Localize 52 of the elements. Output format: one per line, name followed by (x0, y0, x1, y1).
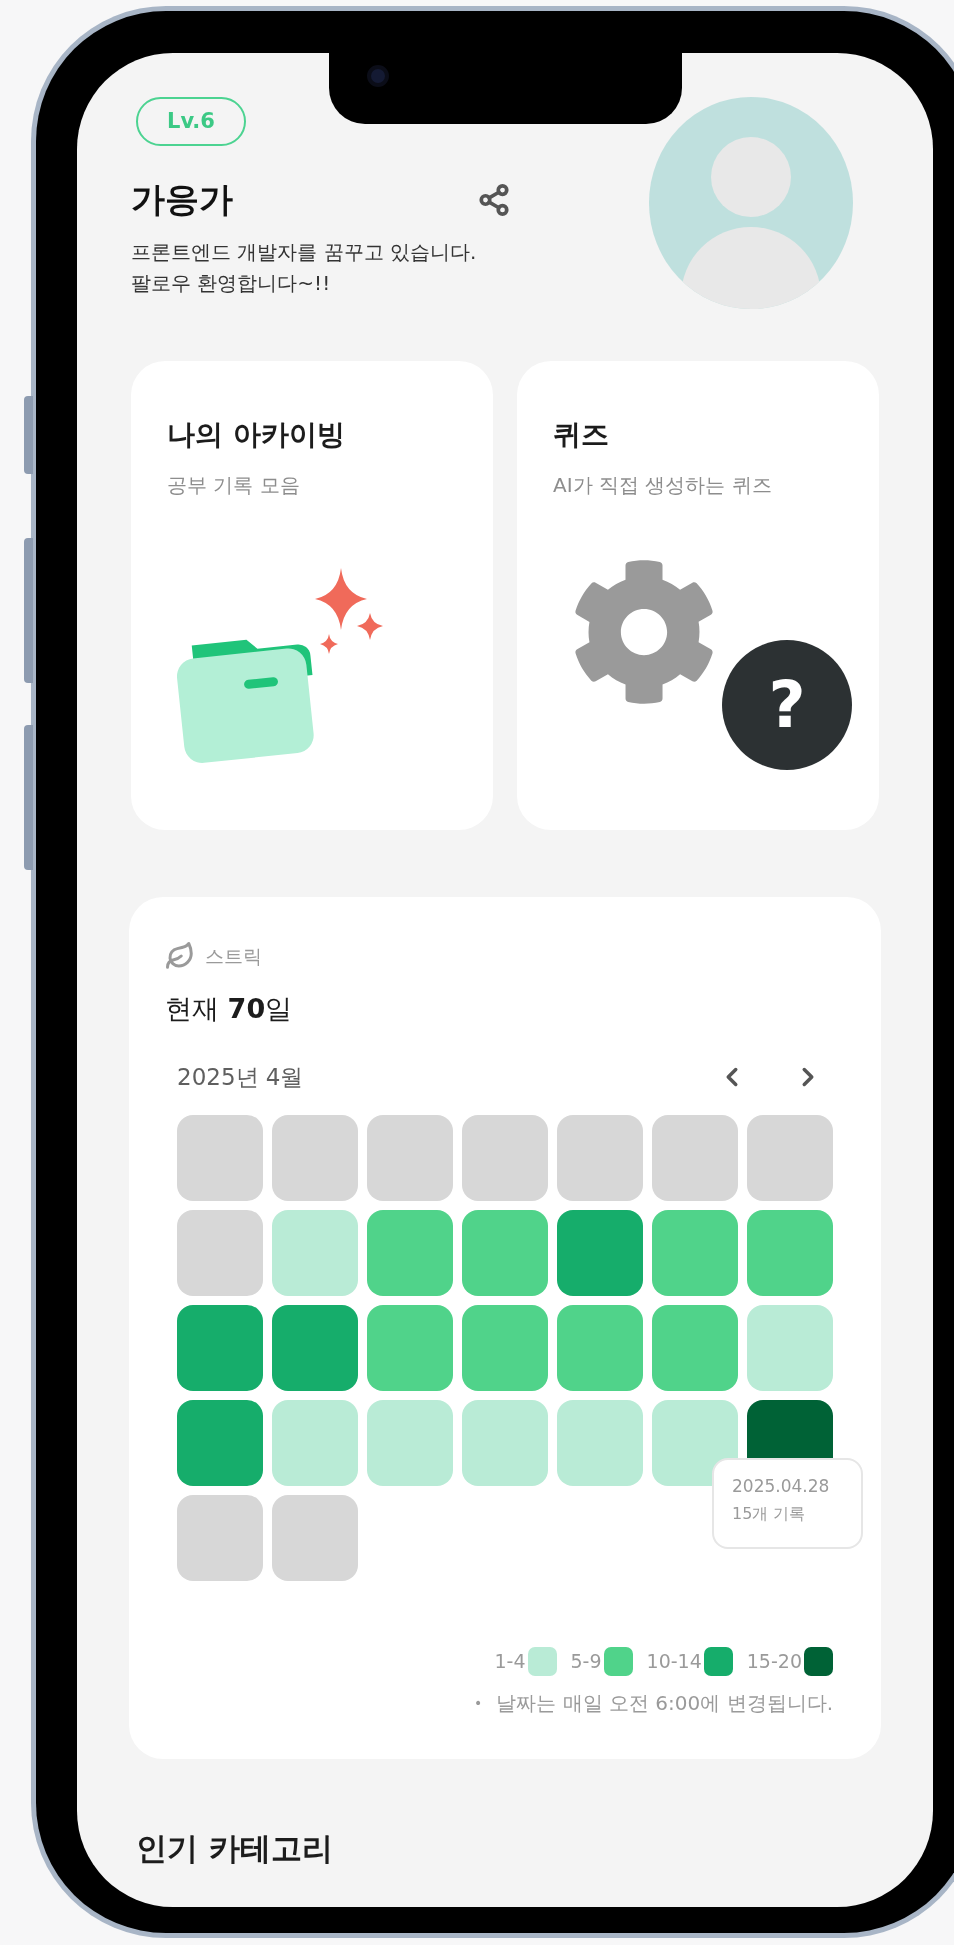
leaf-icon (165, 941, 195, 971)
feature-card[interactable]: 퀴즈 AI가 직접 생성하는 퀴즈 ? (517, 361, 879, 830)
day-cell[interactable] (177, 1115, 263, 1201)
day-cell[interactable] (272, 1495, 358, 1581)
day-cell[interactable] (177, 1400, 263, 1486)
streak-count: 현재 70일 (165, 992, 294, 1026)
day-cell[interactable] (557, 1400, 643, 1486)
day-cell[interactable] (652, 1210, 738, 1296)
day-cell[interactable] (747, 1210, 833, 1296)
day-cell[interactable] (367, 1210, 453, 1296)
day-cell[interactable] (747, 1115, 833, 1201)
refresh-note: 날짜는 매일 오전 6:00에 변경됩니다. (496, 1690, 833, 1717)
day-cell[interactable] (367, 1400, 453, 1486)
streak-label: 스트릭 (205, 943, 262, 969)
day-cell[interactable] (272, 1115, 358, 1201)
day-cell[interactable] (747, 1305, 833, 1391)
day-cell[interactable] (557, 1305, 643, 1391)
day-cell[interactable] (177, 1210, 263, 1296)
day-cell[interactable] (557, 1115, 643, 1201)
share-icon[interactable] (477, 182, 511, 217)
level-badge: Lv.6 (136, 97, 246, 146)
day-cell[interactable] (652, 1305, 738, 1391)
legend-label: 1-4 (494, 1649, 526, 1675)
day-cell[interactable] (652, 1115, 738, 1201)
day-cell[interactable] (462, 1400, 548, 1486)
card-subtitle: AI가 직접 생성하는 퀴즈 (553, 472, 773, 499)
month-label: 2025년 4월 (177, 1062, 304, 1092)
day-cell[interactable] (272, 1400, 358, 1486)
profile-name: 가응가 (131, 178, 233, 221)
day-cell[interactable] (462, 1115, 548, 1201)
card-title: 나의 아카이빙 (167, 417, 346, 452)
day-cell[interactable] (367, 1115, 453, 1201)
legend-label: 5-9 (570, 1649, 602, 1675)
card-title: 퀴즈 (553, 417, 610, 452)
legend-label: 10-14 (646, 1649, 702, 1675)
day-cell[interactable] (272, 1305, 358, 1391)
day-cell[interactable] (367, 1305, 453, 1391)
day-cell[interactable] (272, 1210, 358, 1296)
day-cell[interactable] (462, 1305, 548, 1391)
section-title: 인기 카테고리 (136, 1829, 334, 1868)
card-subtitle: 공부 기록 모음 (167, 472, 301, 499)
day-cell[interactable] (177, 1495, 263, 1581)
day-cell[interactable] (462, 1210, 548, 1296)
tooltip-date: 2025.04.28 (732, 1475, 831, 1498)
feature-card[interactable]: 나의 아카이빙 공부 기록 모음 (131, 361, 493, 830)
legend-label: 15-20 (746, 1649, 802, 1675)
bullet: • (474, 1693, 483, 1713)
tooltip-count: 15개 기록 (732, 1503, 807, 1525)
day-cell[interactable] (177, 1305, 263, 1391)
day-cell[interactable] (557, 1210, 643, 1296)
question-badge: ? (722, 640, 852, 770)
profile-bio: 프론트엔드 개발자를 꿈꾸고 있습니다. 팔로우 환영합니다~!! (131, 239, 478, 297)
